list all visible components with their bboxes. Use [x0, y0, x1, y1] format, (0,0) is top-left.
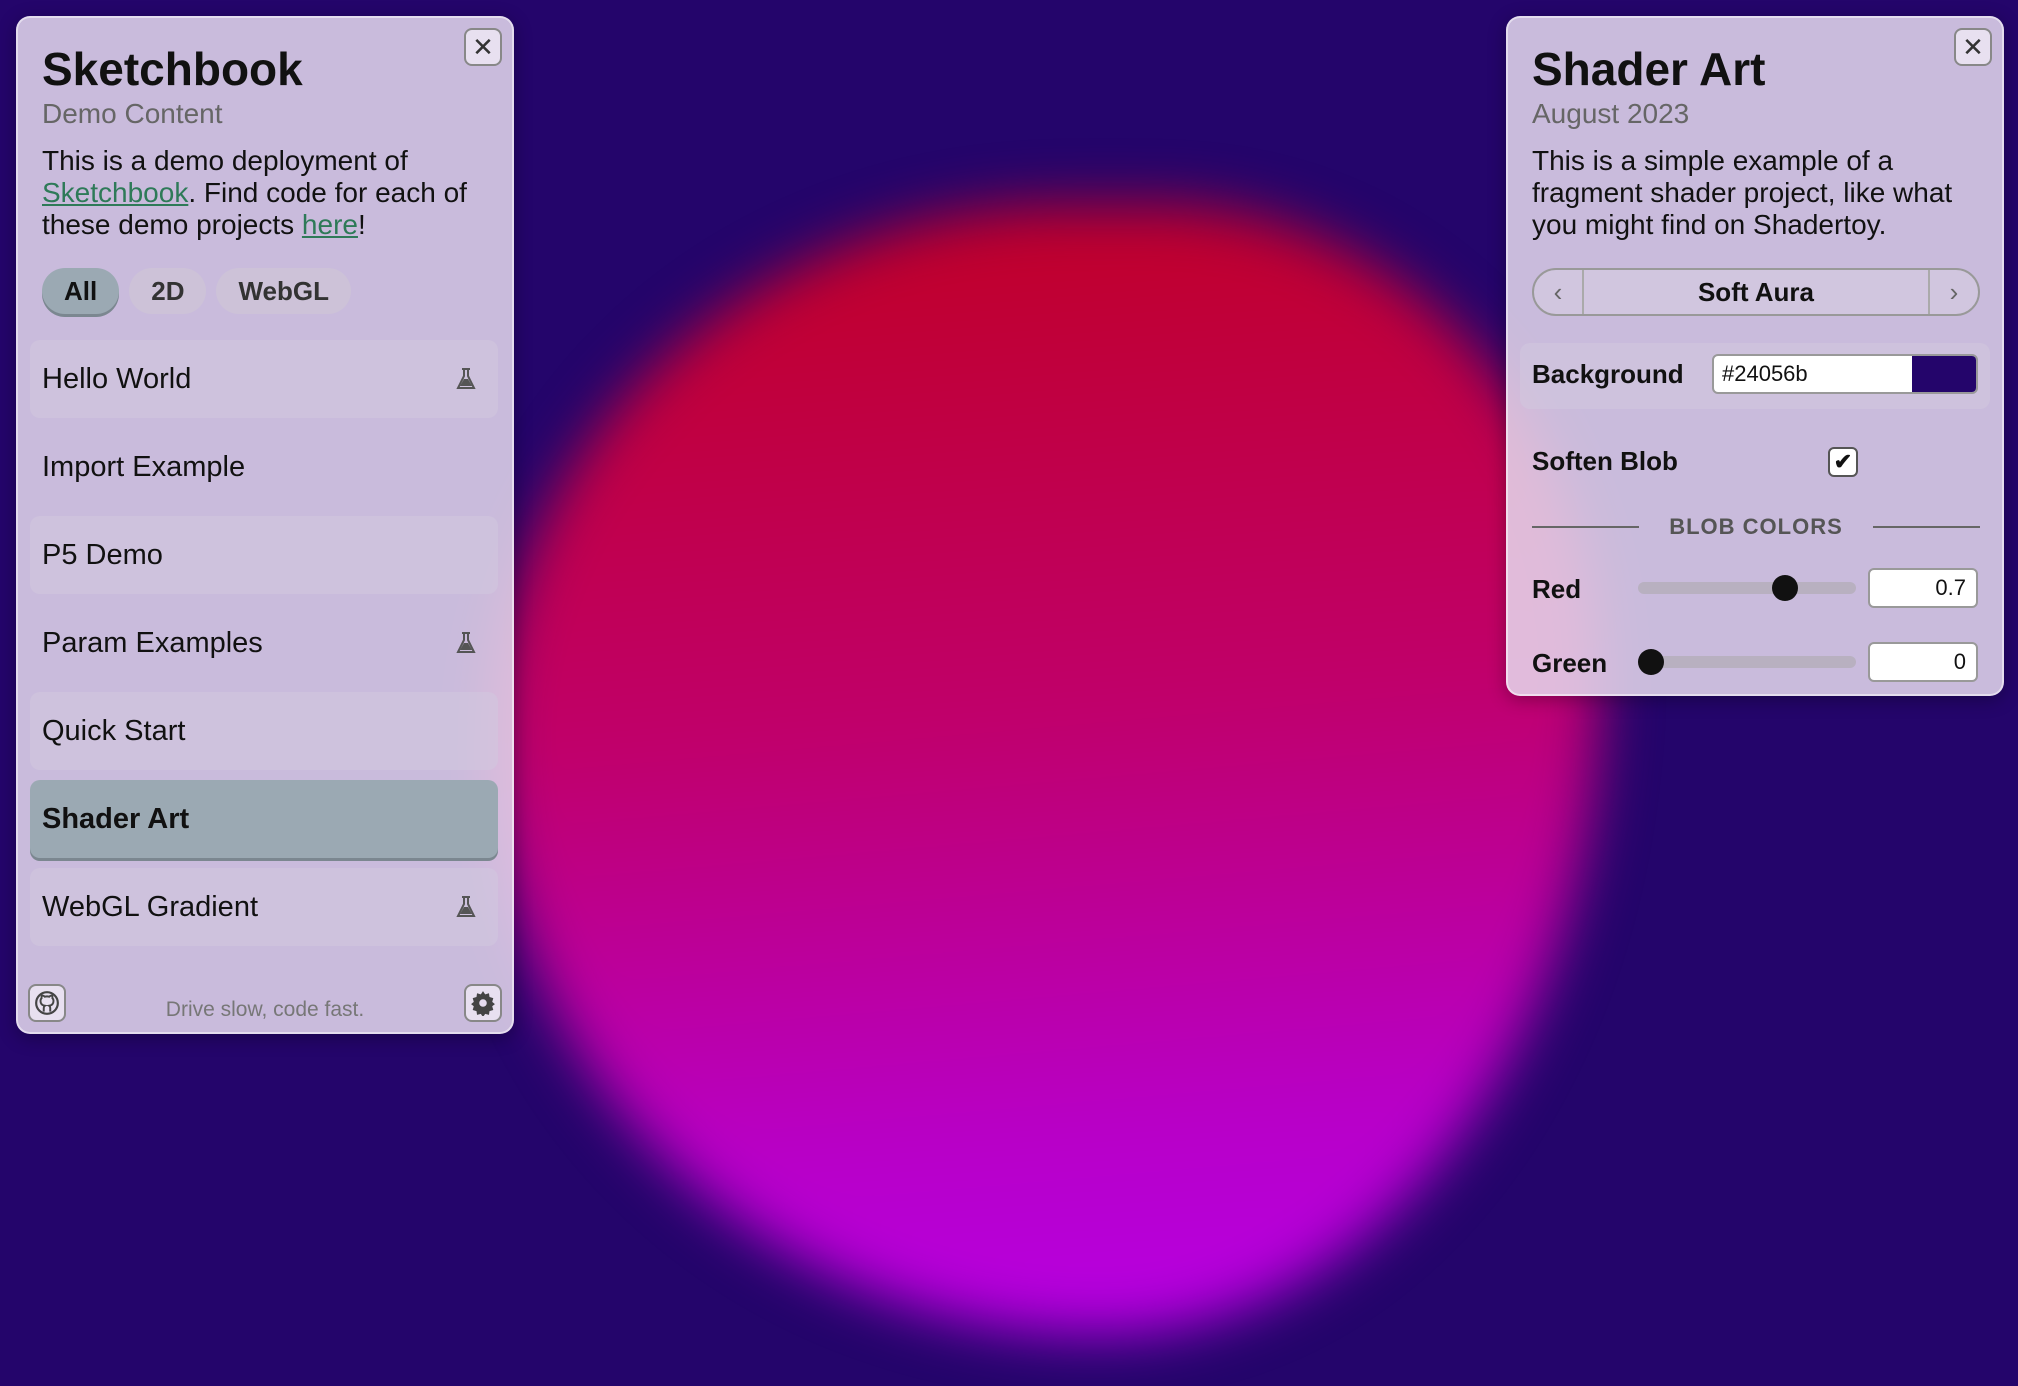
- chevron-right-icon[interactable]: ›: [1928, 270, 1978, 314]
- soften-blob-label: Soften Blob: [1532, 446, 1678, 476]
- list-item-param-examples[interactable]: Param Examples: [30, 604, 498, 682]
- sketchbook-panel: ✕ Sketchbook Demo Content This is a demo…: [16, 16, 514, 1034]
- list-item-label: Quick Start: [42, 714, 186, 747]
- green-label: Green: [1532, 648, 1608, 678]
- flask-icon: [456, 368, 476, 389]
- sketch-description: This is a simple example of a fragment s…: [1532, 145, 1953, 240]
- divider: [1872, 526, 1980, 528]
- close-icon[interactable]: ✕: [1954, 28, 1992, 66]
- green-slider[interactable]: [1638, 649, 1856, 675]
- background-color-swatch[interactable]: [1912, 356, 1976, 392]
- filter-all[interactable]: All: [42, 268, 120, 314]
- panel-subtitle: Demo Content: [42, 98, 223, 129]
- red-slider-thumb[interactable]: [1772, 575, 1799, 601]
- preset-name[interactable]: Soft Aura: [1584, 270, 1928, 314]
- params-panel: ✕ Shader Art August 2023 This is a simpl…: [1506, 16, 2004, 696]
- list-item-label: Import Example: [42, 450, 246, 483]
- list-item-hello-world[interactable]: Hello World: [30, 340, 498, 418]
- sketch-date: August 2023: [1532, 98, 1690, 129]
- sketch-title: Shader Art: [1532, 43, 1766, 95]
- panel-description: This is a demo deployment of Sketchbook.…: [42, 145, 492, 241]
- list-item-label: Param Examples: [42, 626, 263, 659]
- background-color-field[interactable]: #24056b: [1712, 354, 1978, 394]
- list-item-quick-start[interactable]: Quick Start: [30, 692, 498, 770]
- filter-2d[interactable]: 2D: [129, 268, 207, 314]
- list-item-label: P5 Demo: [42, 538, 163, 571]
- list-item-label: Hello World: [42, 362, 192, 395]
- green-value-input[interactable]: 0: [1868, 642, 1978, 682]
- filter-chips: All 2D WebGL: [42, 268, 352, 314]
- chevron-left-icon[interactable]: ‹: [1534, 270, 1584, 314]
- shader-blob: [490, 205, 1600, 1335]
- preset-selector: ‹ Soft Aura ›: [1532, 268, 1980, 316]
- gear-icon[interactable]: [464, 984, 502, 1022]
- list-item-p5-demo[interactable]: P5 Demo: [30, 516, 498, 594]
- close-icon[interactable]: ✕: [464, 28, 502, 66]
- sketch-list: Hello World Import Example P5 Demo Param…: [30, 340, 498, 956]
- red-value-input[interactable]: 0.7: [1868, 568, 1978, 608]
- list-item-shader-art[interactable]: Shader Art: [30, 780, 498, 858]
- panel-title: Sketchbook: [42, 43, 303, 95]
- flask-icon: [456, 632, 476, 653]
- list-item-import-example[interactable]: Import Example: [30, 428, 498, 506]
- desc-text: This is a demo deployment of: [42, 145, 408, 176]
- list-item-webgl-gradient[interactable]: WebGL Gradient: [30, 868, 498, 946]
- list-item-label: WebGL Gradient: [42, 890, 258, 923]
- section-header: BLOB COLORS: [1532, 514, 1980, 540]
- background-color-value[interactable]: #24056b: [1714, 356, 1912, 392]
- flask-icon: [456, 896, 476, 917]
- divider: [1532, 526, 1640, 528]
- here-link[interactable]: here: [302, 209, 358, 240]
- red-label: Red: [1532, 574, 1582, 604]
- green-slider-thumb[interactable]: [1638, 649, 1664, 675]
- blob-colors-heading: BLOB COLORS: [1669, 514, 1843, 539]
- list-item-label: Shader Art: [42, 802, 190, 835]
- background-label: Background: [1532, 359, 1684, 389]
- soften-blob-checkbox[interactable]: ✔: [1828, 447, 1858, 477]
- red-slider[interactable]: [1638, 575, 1856, 601]
- filter-webgl[interactable]: WebGL: [216, 268, 352, 314]
- footer-tagline: Drive slow, code fast.: [165, 998, 365, 1021]
- sketchbook-link[interactable]: Sketchbook: [42, 177, 188, 208]
- desc-text: !: [357, 209, 366, 240]
